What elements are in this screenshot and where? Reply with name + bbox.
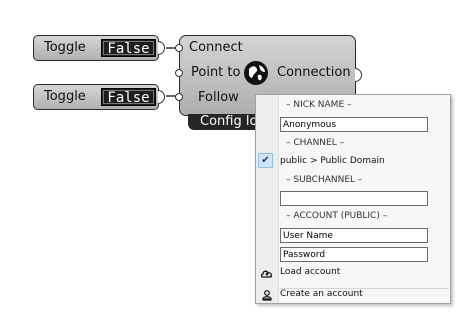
output-connection[interactable]: Connection — [277, 65, 351, 80]
subchannel-field[interactable] — [280, 191, 428, 206]
username-field[interactable] — [280, 228, 428, 243]
load-account-item[interactable]: Load account — [280, 267, 340, 277]
toggle-1-value[interactable]: False — [101, 39, 156, 57]
check-icon: ✔ — [258, 153, 273, 168]
account-header: – ACCOUNT (PUBLIC) – — [286, 211, 388, 221]
cloud-upload-icon — [260, 270, 273, 278]
user-icon — [262, 290, 272, 301]
context-menu: – NICK NAME – – CHANNEL – ✔ public > Pub… — [255, 94, 451, 304]
toggle-1[interactable]: Toggle False — [33, 35, 159, 61]
input-follow[interactable]: Follow — [198, 90, 239, 105]
pin-connect[interactable] — [175, 44, 183, 52]
nick-name-field[interactable] — [280, 117, 428, 132]
pin-point-to[interactable] — [175, 69, 183, 77]
nick-name-header: – NICK NAME – — [286, 100, 352, 110]
pin-follow[interactable] — [175, 93, 183, 101]
toggle-2-label: Toggle — [44, 89, 86, 104]
toggle-1-label: Toggle — [44, 40, 86, 55]
channel-header: – CHANNEL – — [286, 138, 345, 148]
toggle-2-value[interactable]: False — [101, 88, 156, 106]
globe-icon — [244, 61, 268, 85]
channel-item[interactable]: public > Public Domain — [280, 156, 385, 166]
input-point-to[interactable]: Point to — [191, 65, 240, 80]
toggle-2[interactable]: Toggle False — [33, 84, 159, 110]
subchannel-header: – SUBCHANNEL – — [286, 175, 363, 185]
create-account-item[interactable]: Create an account — [280, 289, 363, 299]
input-connect[interactable]: Connect — [189, 40, 243, 55]
password-field[interactable] — [280, 247, 428, 262]
